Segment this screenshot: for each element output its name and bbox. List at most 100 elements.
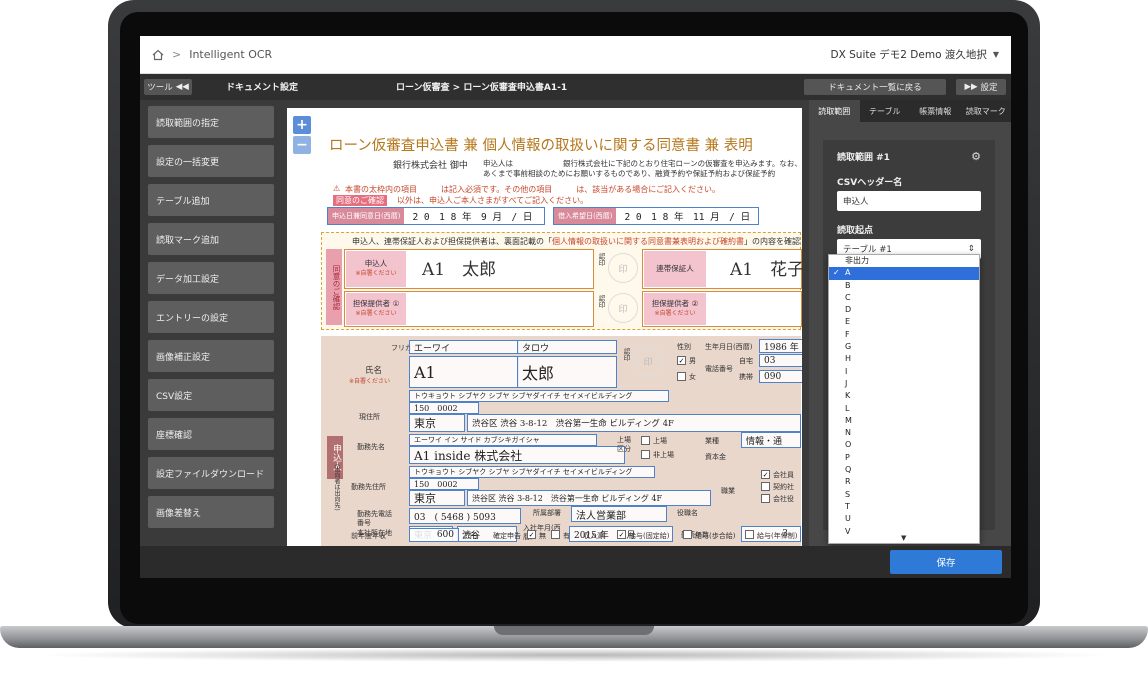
dropdown-option[interactable]: O bbox=[829, 439, 979, 451]
name-last-field[interactable]: A1 bbox=[409, 356, 519, 388]
work-address-kana-field[interactable]: トウキョウト シブヤク シブヤ シブヤダイイチ セイメイビルディング bbox=[409, 466, 655, 478]
dropdown-option[interactable]: P bbox=[829, 452, 979, 464]
dropdown-option[interactable]: F bbox=[829, 329, 979, 341]
dropdown-option[interactable]: R bbox=[829, 476, 979, 488]
column-dropdown[interactable]: 非出力 ✓ A B C D E F G H I J K L M N O P Q R… bbox=[828, 254, 980, 544]
dropdown-option[interactable]: K bbox=[829, 390, 979, 402]
sidebar-item-download-settings[interactable]: 設定ファイルダウンロード bbox=[148, 457, 274, 489]
address-pref-field[interactable]: 東京 bbox=[409, 414, 465, 432]
address-kana-field[interactable]: トウキョウト シブヤク シブヤ シブヤダイイチ セイメイビルディング bbox=[409, 390, 669, 402]
sidebar-item-replace-image[interactable]: 画像差替え bbox=[148, 496, 274, 528]
job-label: 職業 bbox=[721, 487, 735, 495]
work-address-field[interactable]: 渋谷区 渋谷 3-8-12 渋谷第一生命 ビルディング 4F bbox=[467, 490, 711, 506]
scroll-down-icon[interactable]: ▼ bbox=[901, 534, 906, 542]
zoom-in-button[interactable]: + bbox=[293, 116, 311, 134]
zip-field[interactable]: 150 0002 bbox=[409, 402, 479, 414]
job-contract-checkbox[interactable] bbox=[761, 482, 770, 491]
dropdown-option[interactable]: D bbox=[829, 304, 979, 316]
user-menu[interactable]: DX Suite デモ2 Demo 渡久地択 ▼ bbox=[831, 47, 999, 62]
dropdown-option[interactable]: G bbox=[829, 341, 979, 353]
source-commission-checkbox[interactable] bbox=[683, 530, 692, 539]
tab-table[interactable]: テーブル bbox=[860, 100, 911, 122]
dropdown-option[interactable]: B bbox=[829, 280, 979, 292]
back-to-list-button[interactable]: ドキュメント一覧に戻る bbox=[804, 79, 946, 95]
breadcrumb-app-name[interactable]: Intelligent OCR bbox=[189, 48, 272, 61]
csv-header-input[interactable]: 申込人 bbox=[837, 191, 981, 211]
sidebar-item-add-read-mark[interactable]: 読取マーク追加 bbox=[148, 223, 274, 255]
tax-yes-checkbox[interactable] bbox=[551, 530, 560, 539]
sidebar-item-csv-settings[interactable]: CSV設定 bbox=[148, 379, 274, 411]
birth-field[interactable]: 1986 年 bbox=[759, 339, 802, 353]
borrow-date-value: 2 0 1 8 年 11 月 / 日 bbox=[624, 212, 751, 223]
tab-read-mark[interactable]: 読取マーク bbox=[961, 100, 1012, 122]
csv-header-label: CSVヘッダー名 bbox=[837, 178, 903, 188]
furigana-first-field[interactable]: タロウ bbox=[517, 340, 617, 354]
job-employee-checkbox[interactable]: ✓ bbox=[761, 470, 770, 479]
address-field[interactable]: 渋谷区 渋谷 3-8-12 渋谷第一生命 ビルディング 4F bbox=[467, 414, 801, 432]
sidebar-item-entry-settings[interactable]: エントリーの設定 bbox=[148, 301, 274, 333]
income-unit: 万円 bbox=[463, 532, 477, 540]
furigana-last-field[interactable]: エーワイ bbox=[409, 340, 519, 354]
name-first-field[interactable]: 太郎 bbox=[517, 356, 617, 388]
dropdown-option[interactable]: 非出力 bbox=[829, 255, 979, 267]
sidebar-item-image-correction[interactable]: 画像補正設定 bbox=[148, 340, 274, 372]
work-zip-field[interactable]: 150 0002 bbox=[409, 478, 479, 490]
sidebar-item-coordinate-check[interactable]: 座標確認 bbox=[148, 418, 274, 450]
self-fill-notice: 以外は、申込人ご本人さまがすべてご記入ください。 bbox=[397, 196, 589, 205]
document-viewer[interactable]: + − ローン仮審査申込書 兼 個人情報の取扱いに関する同意書 兼 表明 銀行株… bbox=[287, 108, 802, 546]
tab-read-range[interactable]: 読取範囲 bbox=[809, 100, 860, 122]
dropdown-option[interactable]: E bbox=[829, 316, 979, 328]
tools-toggle-button[interactable]: ツール ◀◀ bbox=[144, 79, 192, 95]
company-field[interactable]: A1 inside 株式会社 bbox=[409, 446, 625, 464]
gender-male-checkbox[interactable]: ✓ bbox=[677, 356, 686, 365]
dropdown-option-selected[interactable]: ✓ A bbox=[829, 267, 979, 280]
dropdown-option[interactable]: I bbox=[829, 366, 979, 378]
home-phone-label: 自宅 bbox=[739, 357, 753, 365]
sidebar-item-add-table[interactable]: テーブル追加 bbox=[148, 184, 274, 216]
home-phone-field[interactable]: 03 bbox=[759, 354, 802, 367]
dropdown-option[interactable]: T bbox=[829, 501, 979, 513]
bank-line: 銀行株式会社 御中 bbox=[393, 161, 468, 171]
save-button[interactable]: 保存 bbox=[890, 550, 1002, 574]
work-phone-field[interactable]: 03 ( 5468 ) 5093 bbox=[409, 508, 521, 524]
dept-field[interactable]: 法人営業部 bbox=[571, 506, 667, 522]
dropdown-option[interactable]: M bbox=[829, 415, 979, 427]
apply-date-field[interactable]: 申込日兼同意日(西暦) 2 0 1 8 年 9 月 / 日 bbox=[327, 207, 545, 225]
tab-form-info[interactable]: 帳票情報 bbox=[910, 100, 961, 122]
dropdown-option[interactable]: S bbox=[829, 489, 979, 501]
income-field[interactable]: 600 bbox=[409, 528, 459, 542]
sidebar-item-data-processing[interactable]: データ加工設定 bbox=[148, 262, 274, 294]
tax-none-checkbox[interactable]: ✓ bbox=[527, 530, 536, 539]
company-label: 勤務先名 bbox=[357, 443, 385, 451]
gear-icon[interactable]: ⚙ bbox=[971, 150, 981, 163]
dropdown-option[interactable]: U bbox=[829, 513, 979, 525]
dropdown-option[interactable]: N bbox=[829, 427, 979, 439]
sidebar-item-read-range[interactable]: 読取範囲の指定 bbox=[148, 106, 274, 138]
borrow-date-field[interactable]: 借入希望日(西暦) 2 0 1 8 年 11 月 / 日 bbox=[553, 207, 759, 225]
home-icon[interactable] bbox=[152, 49, 164, 61]
consent-heading: 申込人、連帯保証人および担保提供者は、裏面記載の「個人情報の取扱いに関する同意書… bbox=[352, 236, 800, 247]
sidebar-item-bulk-change[interactable]: 設定の一括変更 bbox=[148, 145, 274, 177]
work-pref-field[interactable]: 東京 bbox=[409, 490, 465, 506]
user-menu-label: DX Suite デモ2 Demo 渡久地択 bbox=[830, 49, 987, 61]
zoom-out-button[interactable]: − bbox=[293, 136, 311, 154]
dropdown-option[interactable]: J bbox=[829, 378, 979, 390]
gender-female-checkbox[interactable] bbox=[677, 372, 686, 381]
dept-label: 所属部署 bbox=[533, 509, 561, 517]
listed-checkbox[interactable] bbox=[641, 436, 650, 445]
job-executive-checkbox[interactable] bbox=[761, 494, 770, 503]
dropdown-option[interactable]: H bbox=[829, 353, 979, 365]
tax-yes-label: 有 bbox=[563, 532, 570, 540]
mobile-phone-field[interactable]: 090 bbox=[759, 370, 802, 383]
applicant-signature: A1 太郎 bbox=[422, 260, 497, 280]
applicant-label-sub: ※自署ください bbox=[355, 270, 397, 277]
company-kana-field[interactable]: エーワイ イン サイド カブシキガイシャ bbox=[409, 434, 597, 446]
dropdown-option[interactable]: Q bbox=[829, 464, 979, 476]
settings-toggle-button[interactable]: ▶▶ 設定 bbox=[956, 79, 1006, 95]
source-annual-checkbox[interactable] bbox=[745, 530, 754, 539]
source-fixed-checkbox[interactable]: ✓ bbox=[617, 530, 626, 539]
dropdown-option[interactable]: C bbox=[829, 292, 979, 304]
industry-field[interactable]: 情報・通 bbox=[741, 432, 801, 448]
dropdown-option[interactable]: L bbox=[829, 403, 979, 415]
not-listed-checkbox[interactable] bbox=[641, 450, 650, 459]
